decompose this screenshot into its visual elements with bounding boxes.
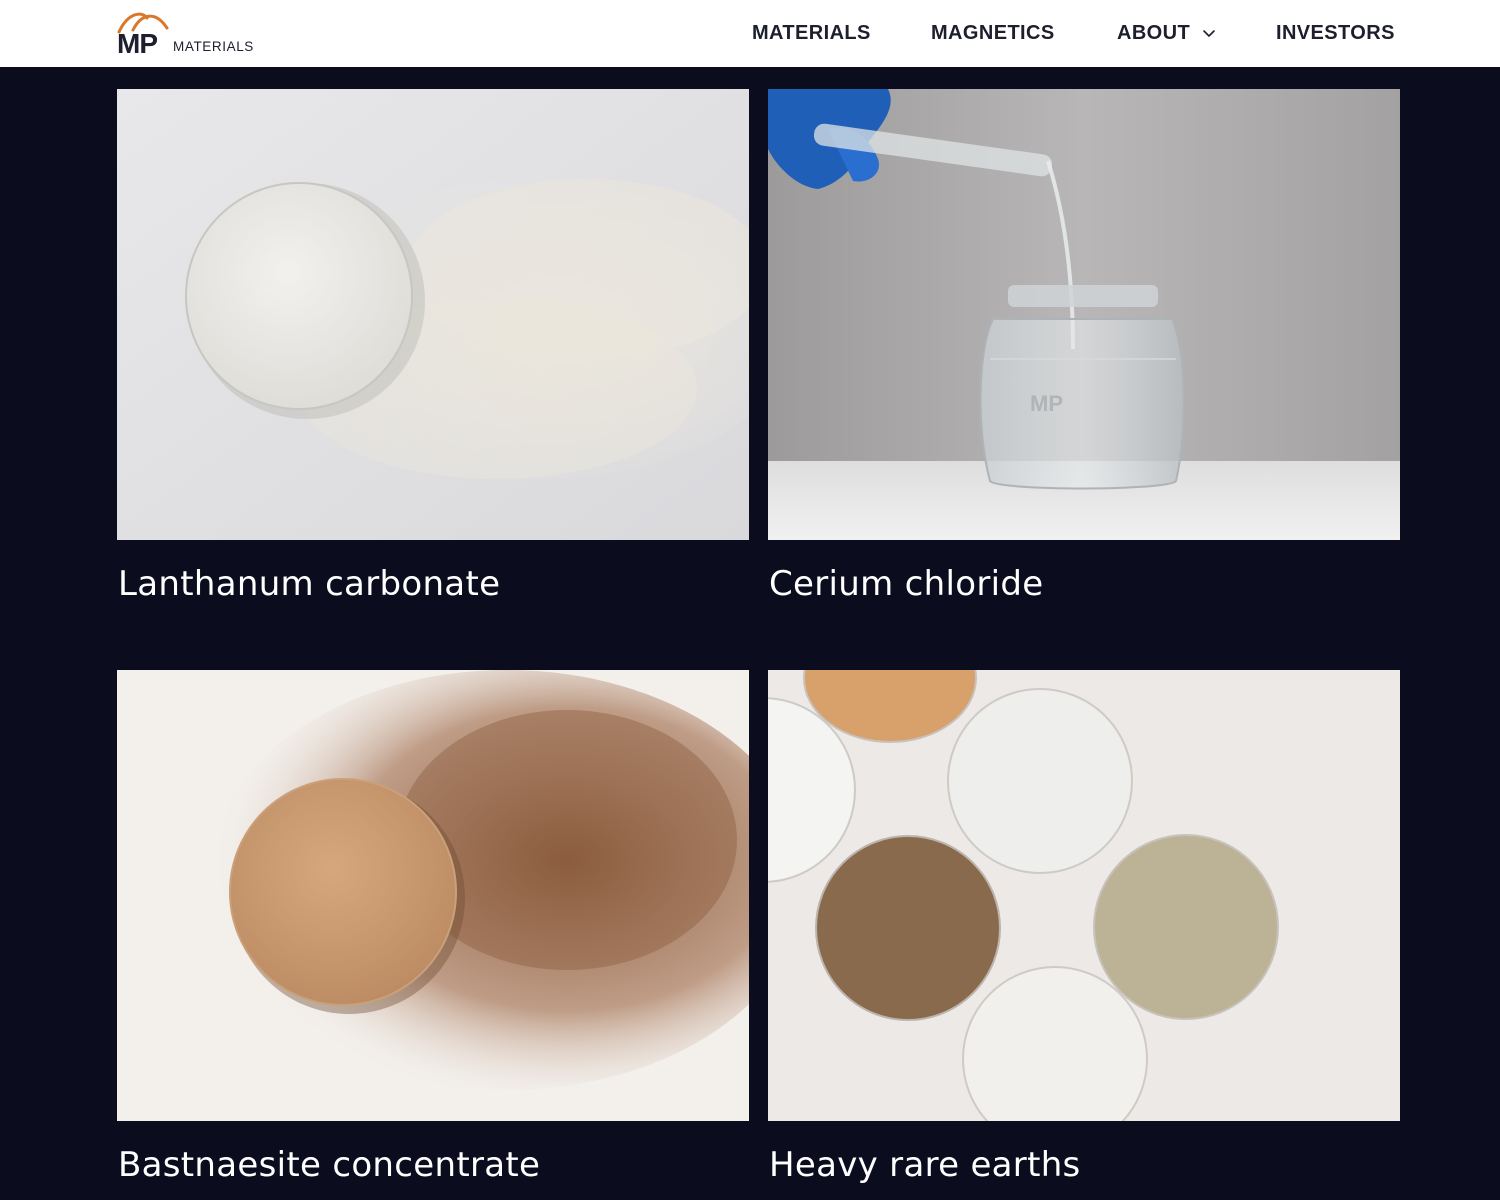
nav-item-magnetics[interactable]: MAGNETICS: [931, 20, 1055, 46]
white-powder-dish-photo[interactable]: [117, 89, 749, 540]
liquid-pour-jar-photo[interactable]: MP: [768, 89, 1400, 540]
five-powder-dishes-photo[interactable]: [768, 670, 1400, 1121]
mp-materials-logo[interactable]: MP MATERIALS: [117, 8, 287, 58]
product-title[interactable]: Heavy rare earths: [769, 1145, 1081, 1185]
product-title[interactable]: Cerium chloride: [769, 564, 1043, 604]
svg-text:MP: MP: [1030, 391, 1063, 416]
nav-item-label: ABOUT: [1117, 22, 1191, 44]
nav-item-about[interactable]: ABOUT: [1117, 20, 1216, 46]
nav-item-materials[interactable]: MATERIALS: [752, 20, 871, 46]
product-title[interactable]: Bastnaesite concentrate: [118, 1145, 540, 1185]
nav-item-label: MATERIALS: [752, 22, 871, 44]
nav-item-label: INVESTORS: [1276, 22, 1395, 44]
tan-powder-dish-photo[interactable]: [117, 670, 749, 1121]
chevron-down-icon: [1203, 30, 1215, 37]
product-title[interactable]: Lanthanum carbonate: [118, 564, 500, 604]
site-header: MP MATERIALS MATERIALS MAGNETICS ABOUT I…: [0, 0, 1500, 67]
nav-item-investors[interactable]: INVESTORS: [1276, 20, 1395, 46]
logo-mark: MP: [117, 28, 158, 59]
logo-wordmark: MATERIALS: [173, 39, 254, 54]
nav-item-label: MAGNETICS: [931, 22, 1055, 44]
